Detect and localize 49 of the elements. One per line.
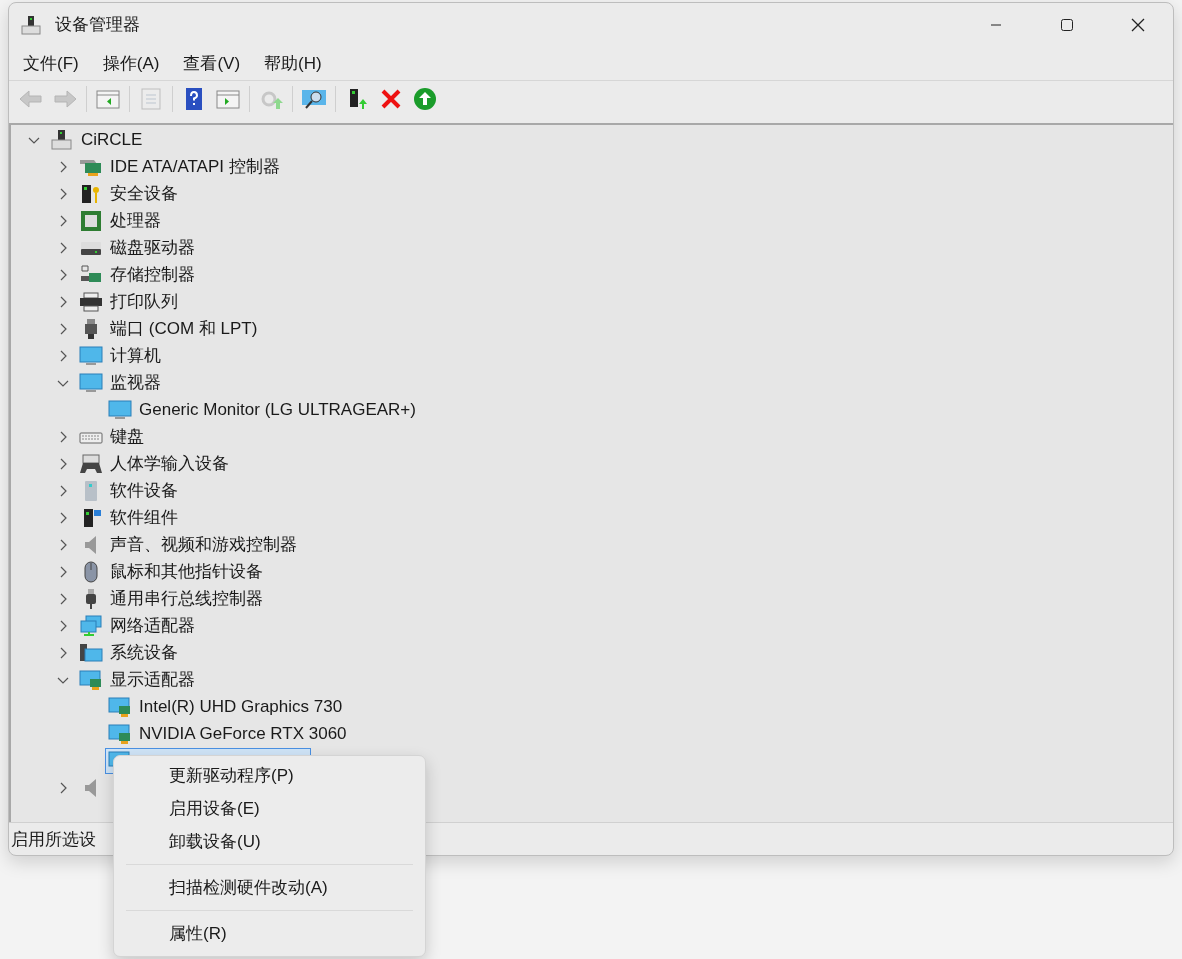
- display-adapter-icon: [108, 722, 132, 745]
- monitor-icon: [79, 371, 103, 394]
- tree-item[interactable]: Intel(R) UHD Graphics 730: [139, 696, 343, 717]
- display-adapter-icon: [108, 695, 132, 718]
- system-folder-icon: [79, 641, 103, 664]
- maximize-icon: [1059, 17, 1074, 32]
- tree-item[interactable]: 软件组件: [110, 506, 178, 529]
- printer-icon: [79, 290, 103, 313]
- scan-monitor-icon[interactable]: [301, 87, 327, 111]
- tree-item[interactable]: 声音、视频和游戏控制器: [110, 533, 297, 556]
- context-menu-item[interactable]: 扫描检测硬件改动(A): [114, 871, 425, 904]
- context-menu-item[interactable]: 卸载设备(U): [114, 825, 425, 858]
- menu-item[interactable]: 操作(A): [93, 47, 169, 79]
- context-menu-item[interactable]: 启用设备(E): [114, 792, 425, 825]
- tree-item[interactable]: 存储控制器: [110, 263, 195, 286]
- close-icon: [1130, 17, 1145, 32]
- tree-item[interactable]: NVIDIA GeForce RTX 3060: [139, 723, 347, 744]
- tree-item[interactable]: 键盘: [110, 425, 144, 448]
- chip-icon: [79, 209, 103, 232]
- tree-item[interactable]: 磁盘驱动器: [110, 236, 195, 259]
- network-icon: [79, 614, 103, 637]
- monitor-icon: [79, 344, 103, 367]
- tree-item[interactable]: 安全设备: [110, 182, 178, 205]
- tree-item[interactable]: 通用串行总线控制器: [110, 587, 263, 610]
- tree-item[interactable]: 处理器: [110, 209, 161, 232]
- tree-item[interactable]: 软件设备: [110, 479, 178, 502]
- tree-item[interactable]: 端口 (COM 和 LPT): [110, 317, 258, 340]
- menu-item[interactable]: 查看(V): [174, 47, 250, 79]
- tree-item[interactable]: 计算机: [110, 344, 161, 367]
- tree-item[interactable]: Generic Monitor (LG ULTRAGEAR+): [139, 399, 416, 420]
- computer-icon: [50, 128, 74, 151]
- tree-item[interactable]: 显示适配器: [110, 668, 195, 691]
- tree-item[interactable]: 系统设备: [110, 641, 178, 664]
- context-menu-item[interactable]: 更新驱动程序(P): [114, 759, 425, 792]
- menu-item[interactable]: 帮助(H): [255, 47, 331, 79]
- tree-item[interactable]: CiRCLE: [81, 129, 143, 150]
- tree-item[interactable]: 监视器: [110, 371, 161, 394]
- context-menu-item[interactable]: 属性(R): [114, 917, 425, 950]
- tree-item[interactable]: 打印队列: [110, 290, 178, 313]
- tree-item[interactable]: 网络适配器: [110, 614, 195, 637]
- display-adapter-icon: [79, 668, 103, 691]
- tree-item[interactable]: 鼠标和其他指针设备: [110, 560, 263, 583]
- tree-item[interactable]: 人体学输入设备: [110, 452, 229, 475]
- status-text: 启用所选设: [11, 828, 96, 851]
- tree-item[interactable]: IDE ATA/ATAPI 控制器: [110, 155, 280, 178]
- window-title: 设备管理器: [55, 14, 140, 36]
- monitor-icon: [108, 398, 132, 421]
- menu-item[interactable]: 文件(F): [14, 47, 88, 79]
- computer-icon: [21, 14, 41, 35]
